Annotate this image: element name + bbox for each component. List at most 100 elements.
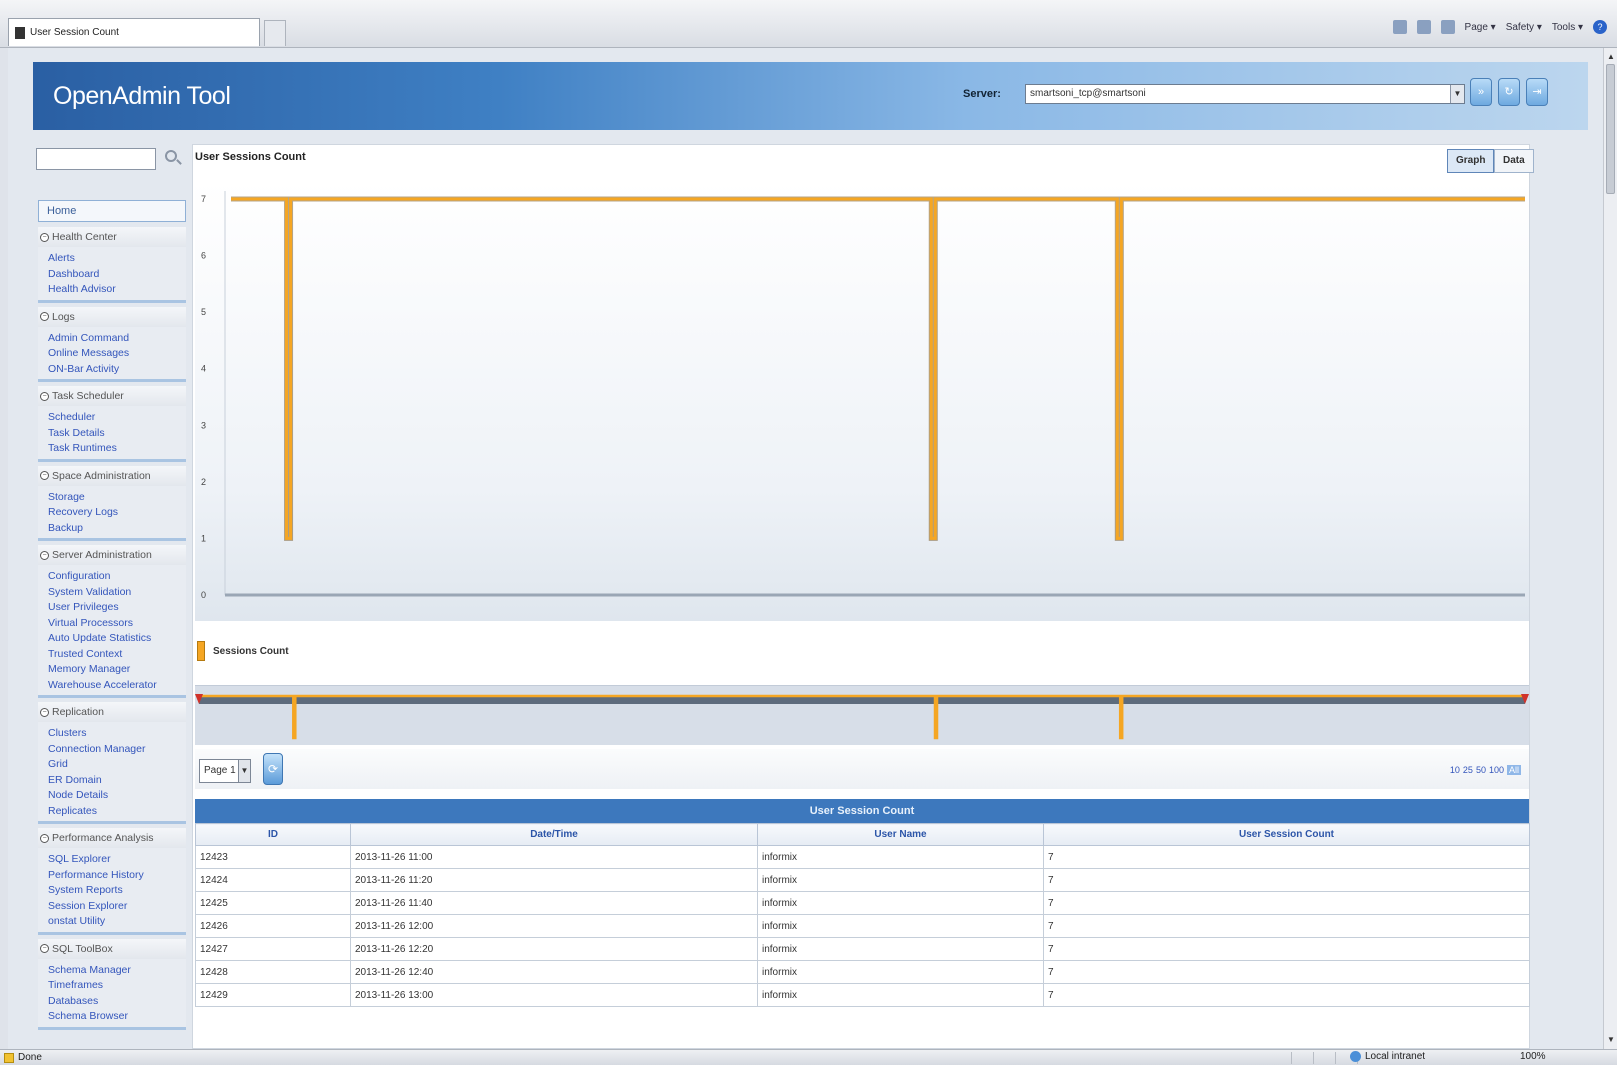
scroll-up-icon[interactable]: ▲ [1606,52,1616,62]
sidebar-group-header[interactable]: − Health Center [38,227,186,247]
print-icon[interactable] [1440,20,1455,34]
sidebar-item[interactable]: Node Details [48,788,186,804]
sidebar-item[interactable]: User Privileges [48,600,186,616]
sidebar-item[interactable]: Dashboard [48,267,186,283]
sidebar-item[interactable]: Clusters [48,726,186,742]
browser-tab[interactable]: User Session Count [8,18,260,46]
sidebar-item[interactable]: Schema Browser [48,1009,186,1025]
search-icon[interactable] [163,148,183,170]
sidebar-item[interactable]: Replicates [48,804,186,820]
chevron-down-icon[interactable]: ▼ [238,760,250,782]
collapse-icon[interactable]: − [40,833,49,843]
sidebar-group-header[interactable]: − Logs [38,306,186,327]
sidebar-item[interactable]: Scheduler [48,410,186,426]
page-menu[interactable]: Page ▾ [1465,22,1496,33]
refresh-button[interactable]: ⟳ [263,753,283,785]
sidebar-group-header[interactable]: − Replication [38,702,186,722]
chevron-down-icon[interactable]: ▼ [1450,85,1464,103]
search-input[interactable] [36,148,156,170]
zoom-level[interactable]: 100% [1520,1051,1546,1062]
sidebar-item[interactable]: Task Runtimes [48,441,186,457]
collapse-icon[interactable]: − [40,232,49,242]
table-column-header[interactable]: User Name [757,823,1044,846]
table-row[interactable]: 12423 2013-11-26 11:00 informix 7 [195,845,1530,869]
page-size-100[interactable]: 100 [1489,765,1504,775]
panel-title: User Sessions Count [195,151,306,163]
connect-button[interactable]: » [1470,78,1492,106]
chart-overview-slider[interactable] [195,685,1529,745]
scroll-down-icon[interactable]: ▼ [1606,1035,1616,1045]
sidebar-item[interactable]: Alerts [48,251,186,267]
safety-menu[interactable]: Safety ▾ [1506,22,1542,33]
sidebar-group-header[interactable]: − SQL ToolBox [38,938,186,959]
table-row[interactable]: 12429 2013-11-26 13:00 informix 7 [195,983,1530,1007]
sidebar-item[interactable]: System Validation [48,585,186,601]
table-row[interactable]: 12426 2013-11-26 12:00 informix 7 [195,914,1530,938]
table-column-header[interactable]: User Session Count [1043,823,1530,846]
page-size-25[interactable]: 25 [1463,765,1473,775]
sidebar-item[interactable]: Admin Command [48,331,186,347]
page-scrollbar[interactable]: ▲ ▼ [1603,48,1617,1049]
sidebar-item[interactable]: Memory Manager [48,662,186,678]
table-row[interactable]: 12428 2013-11-26 12:40 informix 7 [195,960,1530,984]
table-row[interactable]: 12424 2013-11-26 11:20 informix 7 [195,868,1530,892]
sidebar-item[interactable]: System Reports [48,883,186,899]
table-column-header[interactable]: Date/Time [350,823,758,846]
scroll-thumb[interactable] [1606,64,1615,194]
sidebar-group-header[interactable]: − Task Scheduler [38,386,186,406]
sidebar-item[interactable]: Auto Update Statistics [48,631,186,647]
tab-data[interactable]: Data [1494,149,1534,173]
page-size-50[interactable]: 50 [1476,765,1486,775]
sidebar-item[interactable]: Warehouse Accelerator [48,678,186,694]
table-caption: User Session Count [195,799,1529,823]
sidebar-item[interactable]: Backup [48,521,186,537]
tools-menu[interactable]: Tools ▾ [1552,22,1583,33]
sidebar-item-home[interactable]: Home [38,200,186,222]
page-size-10[interactable]: 10 [1450,765,1460,775]
sidebar-item[interactable]: Timeframes [48,978,186,994]
table-column-header[interactable]: ID [195,823,351,846]
sidebar-group-header[interactable]: − Server Administration [38,545,186,565]
sidebar-item[interactable]: Virtual Processors [48,616,186,632]
feeds-icon[interactable] [1416,20,1431,34]
sidebar-item[interactable]: Recovery Logs [48,505,186,521]
sidebar-item[interactable]: Task Details [48,426,186,442]
sidebar-item[interactable]: Performance History [48,868,186,884]
sidebar-item[interactable]: ER Domain [48,773,186,789]
sidebar-item[interactable]: Grid [48,757,186,773]
help-icon[interactable]: ? [1593,20,1607,34]
sidebar-item[interactable]: ON-Bar Activity [48,362,186,378]
table-cell: 12429 [195,983,351,1007]
collapse-icon[interactable]: − [40,944,49,953]
sidebar-item[interactable]: onstat Utility [48,914,186,930]
tab-graph[interactable]: Graph [1447,149,1495,173]
collapse-icon[interactable]: − [40,471,49,480]
page-size-all[interactable]: All [1506,765,1521,775]
sidebar-group-header[interactable]: − Space Administration [38,465,186,486]
sidebar-item[interactable]: Online Messages [48,346,186,362]
collapse-icon[interactable]: − [40,391,49,401]
table-row[interactable]: 12425 2013-11-26 11:40 informix 7 [195,891,1530,915]
logout-button[interactable]: ⇥ [1526,78,1548,106]
collapse-icon[interactable]: − [40,707,49,717]
sidebar-item[interactable]: Databases [48,994,186,1010]
sidebar-item[interactable]: Connection Manager [48,742,186,758]
sidebar-group-header[interactable]: − Performance Analysis [38,828,186,848]
sidebar-item[interactable]: Storage [48,490,186,506]
table-row[interactable]: 12427 2013-11-26 12:20 informix 7 [195,937,1530,961]
security-zone[interactable]: Local intranet [1350,1051,1425,1062]
collapse-icon[interactable]: − [40,550,49,560]
sidebar-item[interactable]: Trusted Context [48,647,186,663]
home-icon[interactable] [1392,20,1407,34]
refresh-server-button[interactable]: ↻ [1498,78,1520,106]
collapse-icon[interactable]: − [40,312,49,321]
sidebar-item[interactable]: Configuration [48,569,186,585]
table-cell: 2013-11-26 12:40 [350,960,758,984]
sidebar-item[interactable]: Schema Manager [48,963,186,979]
new-tab-button[interactable] [264,20,286,46]
sidebar-item[interactable]: Health Advisor [48,282,186,298]
server-select[interactable]: smartsoni_tcp@smartsoni ▼ [1025,84,1465,104]
page-select[interactable]: Page 1 ▼ [199,759,251,783]
sidebar-item[interactable]: SQL Explorer [48,852,186,868]
sidebar-item[interactable]: Session Explorer [48,899,186,915]
